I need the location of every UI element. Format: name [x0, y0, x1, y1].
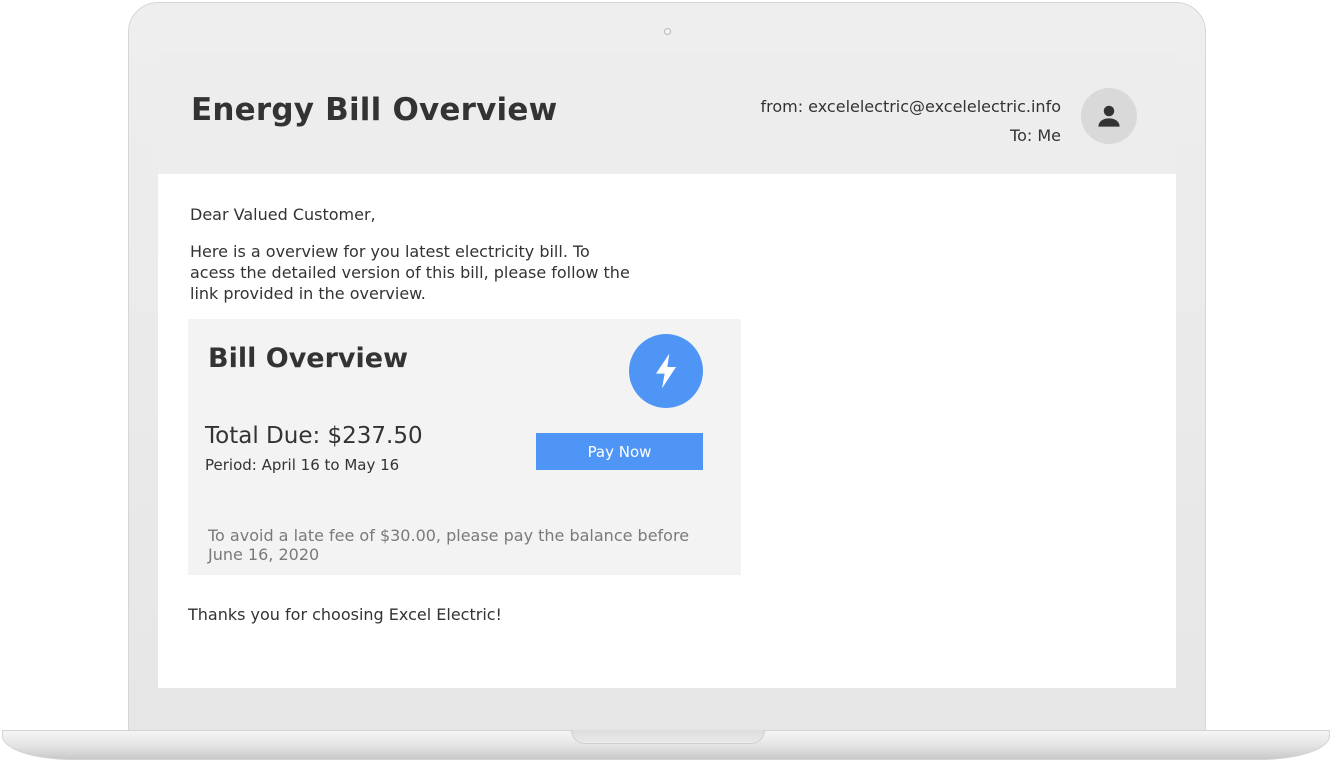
- laptop-mockup: Energy Bill Overview from: excelelectric…: [0, 0, 1332, 768]
- to-recipient: To: Me: [1010, 126, 1061, 145]
- from-address: from: excelelectric@excelelectric.info: [760, 97, 1061, 116]
- laptop-base: [2, 730, 1330, 760]
- bill-overview-card: Bill Overview Total Due: $237.50 Period:…: [188, 319, 741, 575]
- intro-paragraph: Here is a overview for you latest electr…: [190, 242, 630, 303]
- page-title: Energy Bill Overview: [191, 92, 558, 128]
- email-header: Energy Bill Overview from: excelelectric…: [158, 52, 1176, 174]
- avatar[interactable]: [1081, 88, 1137, 144]
- card-title: Bill Overview: [208, 343, 409, 374]
- email-screen: Energy Bill Overview from: excelelectric…: [158, 52, 1176, 688]
- pay-now-button[interactable]: Pay Now: [536, 433, 703, 470]
- billing-period: Period: April 16 to May 16: [205, 456, 400, 474]
- greeting-text: Dear Valued Customer,: [190, 205, 376, 224]
- lightning-bolt-icon: [656, 353, 676, 389]
- laptop-notch: [571, 730, 765, 744]
- late-fee-note: To avoid a late fee of $30.00, please pa…: [208, 526, 690, 564]
- lightning-badge: [629, 334, 703, 408]
- camera-icon: [664, 28, 671, 35]
- total-due: Total Due: $237.50: [205, 423, 423, 449]
- user-icon: [1098, 105, 1120, 127]
- email-meta: from: excelelectric@excelelectric.info T…: [760, 92, 1061, 150]
- closing-text: Thanks you for choosing Excel Electric!: [188, 605, 502, 624]
